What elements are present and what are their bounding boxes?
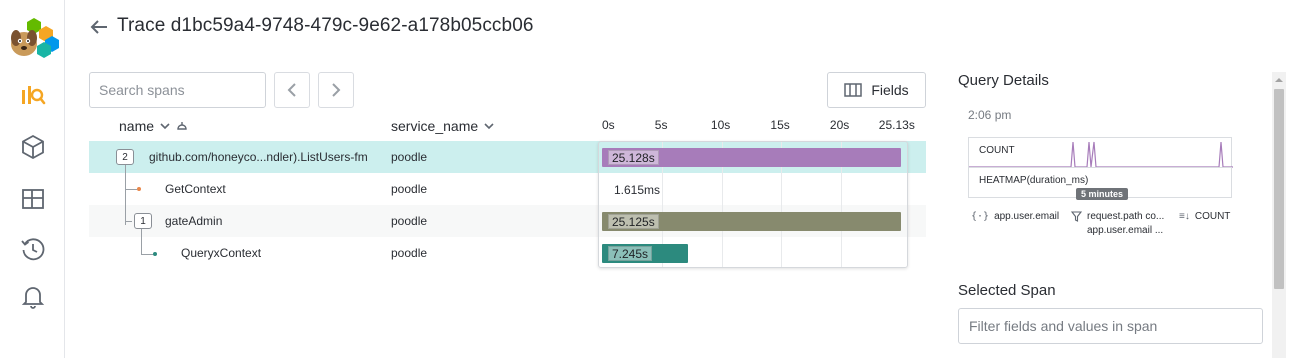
span-service: poodle xyxy=(391,182,428,196)
previous-button[interactable] xyxy=(274,72,310,108)
search-spans-input[interactable] xyxy=(89,72,266,108)
fields-button-label: Fields xyxy=(871,82,909,98)
service-column-header[interactable]: service_name xyxy=(391,118,495,134)
triggers-bell-icon[interactable] xyxy=(18,282,48,312)
count-sparkline xyxy=(969,141,1233,168)
span-name: GetContext xyxy=(165,182,226,196)
query-details-title: Query Details xyxy=(958,72,1049,89)
left-nav xyxy=(0,0,65,358)
where-value-secondary: app.user.email ... xyxy=(1087,225,1164,236)
order-by-value: COUNT xyxy=(1194,211,1231,222)
scrollbar-thumb[interactable] xyxy=(1274,89,1284,289)
filter-icon xyxy=(1071,211,1082,222)
columns-icon xyxy=(844,83,863,97)
order-by-summary[interactable]: ≡↓ COUNT xyxy=(1179,211,1230,222)
timeline-tick-label: 10s xyxy=(710,118,731,132)
honeycomb-logo-icon[interactable] xyxy=(8,16,60,58)
where-summary[interactable]: request.path co... app.user.email ... xyxy=(1071,211,1164,236)
time-range-tooltip: 5 minutes xyxy=(1076,188,1129,200)
datasets-cube-icon[interactable] xyxy=(18,132,48,162)
group-by-icon: {·} xyxy=(971,211,990,222)
span-name: github.com/honeyco...ndler).ListUsers-fm xyxy=(149,150,368,164)
back-arrow-icon[interactable] xyxy=(88,16,110,38)
name-column-header[interactable]: name xyxy=(119,118,188,134)
child-count-badge[interactable]: 2 xyxy=(116,149,134,165)
span-service: poodle xyxy=(391,214,428,228)
tree-connector xyxy=(141,254,153,255)
sort-desc-icon: ≡↓ xyxy=(1179,211,1190,222)
collapse-tree-icon[interactable] xyxy=(176,120,188,132)
history-icon[interactable] xyxy=(18,234,48,264)
tree-connector xyxy=(125,221,132,222)
span-dot-icon xyxy=(137,187,141,191)
page-title: Trace d1bc59a4-9748-479c-9e62-a178b05ccb… xyxy=(117,15,534,36)
name-header-label: name xyxy=(119,118,155,134)
chevron-right-icon xyxy=(332,83,341,97)
heatmap-chart-label: HEATMAP(duration_ms) xyxy=(979,175,1089,186)
child-count-badge[interactable]: 1 xyxy=(134,213,152,229)
tree-connector xyxy=(125,189,137,190)
where-value: request.path co... xyxy=(1087,211,1165,222)
count-mini-chart[interactable]: COUNT xyxy=(968,137,1233,168)
query-builder-icon[interactable] xyxy=(18,80,48,110)
service-header-label: service_name xyxy=(391,118,479,134)
tree-connector xyxy=(141,229,142,255)
timeline-tick-label: 25.13s xyxy=(878,118,915,132)
fields-button[interactable]: Fields xyxy=(827,72,926,108)
chevron-down-icon xyxy=(484,123,494,130)
panel-scrollbar[interactable] xyxy=(1272,72,1286,358)
timeline-tick-label: 20s xyxy=(829,118,850,132)
group-by-summary[interactable]: {·} app.user.email xyxy=(971,211,1059,222)
span-service: poodle xyxy=(391,246,428,260)
next-button[interactable] xyxy=(318,72,354,108)
chevron-left-icon xyxy=(287,83,296,97)
query-time: 2:06 pm xyxy=(968,108,1012,122)
span-service: poodle xyxy=(391,150,428,164)
span-filter-input[interactable] xyxy=(958,308,1263,344)
waterfall-frame xyxy=(598,141,908,268)
span-dot-icon xyxy=(153,252,157,256)
scroll-up-icon[interactable] xyxy=(1272,75,1286,85)
timeline-tick-label: 15s xyxy=(770,118,790,132)
group-by-value: app.user.email xyxy=(994,211,1060,222)
span-name: QueryxContext xyxy=(181,246,262,260)
span-name: gateAdmin xyxy=(165,214,223,228)
boards-icon[interactable] xyxy=(18,184,48,214)
selected-span-title: Selected Span xyxy=(958,282,1056,299)
right-panel: Query Details 2:06 pm COUNT HEATMAP(dura… xyxy=(937,0,1303,358)
chevron-down-icon xyxy=(160,123,170,130)
timeline-tick-label: 0s xyxy=(602,118,615,132)
tree-connector xyxy=(125,165,126,225)
timeline-tick-label: 5s xyxy=(654,118,668,132)
